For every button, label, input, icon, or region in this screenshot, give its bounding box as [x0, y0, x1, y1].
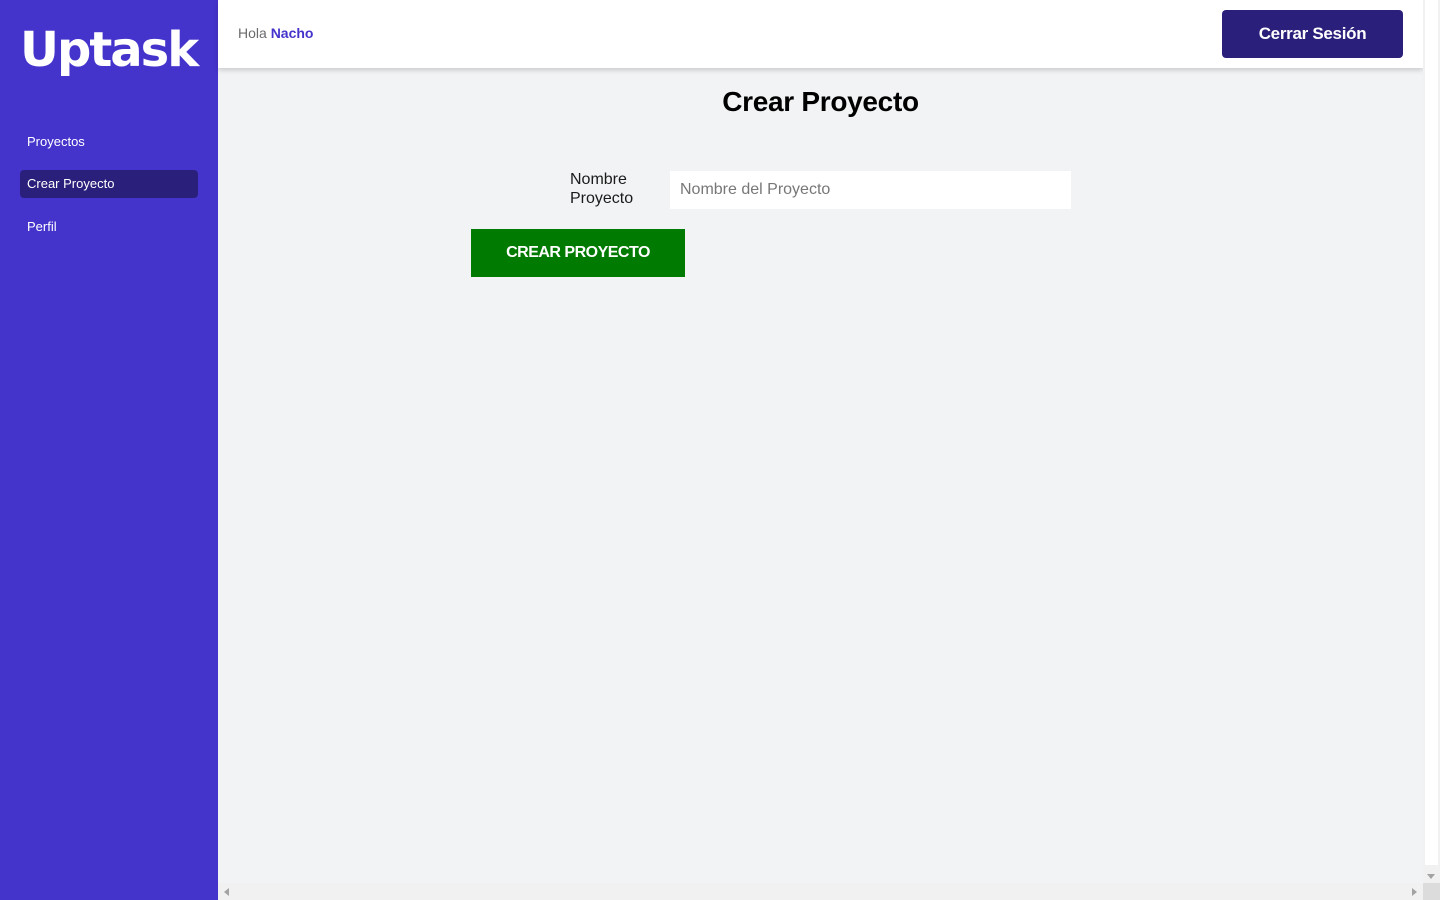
sidebar: Uptask Proyectos Crear Proyecto Perfil	[0, 0, 218, 900]
horizontal-scrollbar[interactable]	[218, 883, 1423, 900]
greeting-text: Hola	[238, 25, 267, 41]
vertical-scrollbar[interactable]	[1423, 0, 1440, 883]
create-project-button[interactable]: CREAR PROYECTO	[471, 229, 685, 277]
sidebar-item-crear-proyecto[interactable]: Crear Proyecto	[20, 170, 198, 198]
scrollbar-thumb[interactable]	[1425, 0, 1438, 865]
greeting: Hola Nacho	[238, 25, 313, 41]
sidebar-item-perfil[interactable]: Perfil	[20, 213, 198, 241]
app-logo[interactable]: Uptask	[20, 20, 200, 80]
main-content: Hola Nacho Cerrar Sesión Crear Proyecto …	[218, 0, 1423, 883]
scroll-down-arrow-icon[interactable]	[1427, 874, 1435, 879]
top-bar: Hola Nacho Cerrar Sesión	[218, 0, 1423, 68]
scroll-right-arrow-icon[interactable]	[1412, 888, 1417, 896]
scroll-left-arrow-icon[interactable]	[224, 888, 229, 896]
user-name: Nacho	[270, 25, 314, 41]
scrollbar-corner	[1423, 883, 1440, 900]
project-name-input[interactable]	[670, 171, 1071, 209]
sidebar-item-proyectos[interactable]: Proyectos	[20, 128, 198, 156]
page-title: Crear Proyecto	[722, 86, 919, 117]
project-name-label: Nombre Proyecto	[570, 171, 634, 207]
logout-button[interactable]: Cerrar Sesión	[1222, 10, 1403, 58]
